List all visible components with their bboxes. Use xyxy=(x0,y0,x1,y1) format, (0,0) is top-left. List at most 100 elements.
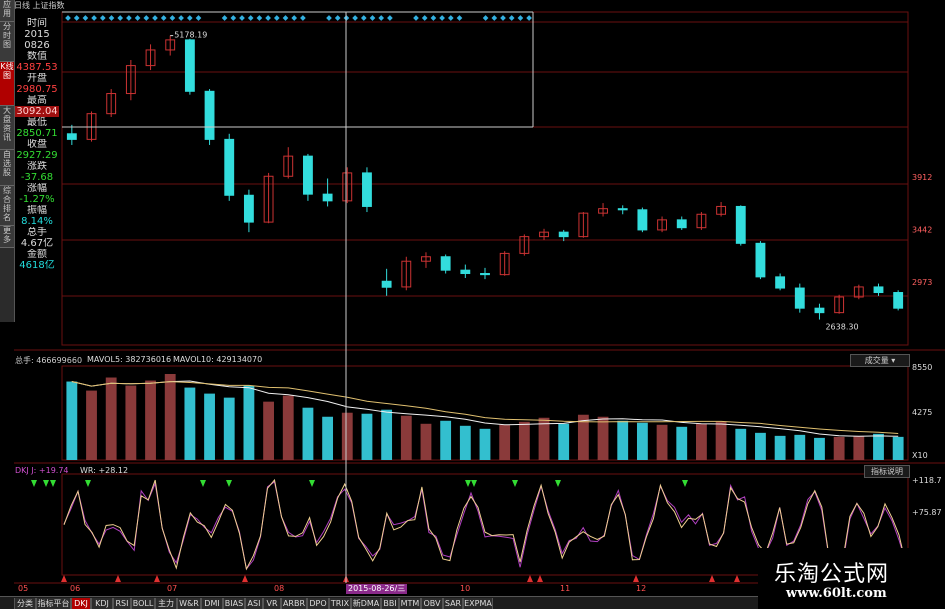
volume-bar xyxy=(479,428,491,460)
volume-bar xyxy=(66,381,78,460)
volume-y-tick: X10 xyxy=(912,451,928,460)
volume-bar xyxy=(558,423,570,460)
indicator-tab-kdj[interactable]: KDJ xyxy=(91,598,113,609)
indicator-tab-boll[interactable]: BOLL xyxy=(131,598,155,609)
volume-bar xyxy=(696,423,707,460)
indicator-tab-dma[interactable]: 新DMA xyxy=(351,598,381,609)
volume-bar xyxy=(636,422,648,460)
nav-tab-3[interactable]: K线图 xyxy=(0,62,14,106)
sell-signal-arrow xyxy=(85,480,91,487)
buy-signal-arrow xyxy=(154,575,160,582)
indicator-tab-bias[interactable]: BIAS xyxy=(223,598,245,609)
indicator-tab-obv[interactable]: OBV xyxy=(421,598,443,609)
signal-diamond xyxy=(169,15,176,21)
signal-diamond xyxy=(369,15,376,21)
indicator-tab-[interactable]: 主力 xyxy=(155,598,177,609)
volume-bar xyxy=(125,385,137,460)
signal-diamond xyxy=(282,15,289,21)
candle-body xyxy=(460,269,471,275)
candle-body xyxy=(735,205,746,244)
indicator-tab-mtm[interactable]: MTM xyxy=(399,598,421,609)
indicator-tab-expma[interactable]: EXPMA xyxy=(463,598,493,609)
sell-signal-arrow xyxy=(50,480,56,487)
low-value: 2850.71 xyxy=(16,128,58,139)
signal-diamond xyxy=(195,15,202,21)
signal-diamond xyxy=(447,15,454,21)
amp-value: 8.14% xyxy=(21,216,53,227)
indicator-tab-rsi[interactable]: RSI xyxy=(113,598,131,609)
volume-y-tick: 4275 xyxy=(912,408,932,417)
buy-signal-arrow xyxy=(709,575,715,582)
indicator-tab-dmi[interactable]: DMI xyxy=(201,598,223,609)
volume-bar xyxy=(440,420,452,460)
mavol5-label: MAVOL5: 382736016 xyxy=(87,355,172,364)
signal-diamond xyxy=(273,15,280,21)
nav-tab-4[interactable]: 大盘资讯 xyxy=(0,106,14,150)
watermark: 乐淘公式网 www.60lt.com xyxy=(758,548,945,609)
indicator-tab-dpo[interactable]: DPO xyxy=(307,598,329,609)
volume-bar xyxy=(184,387,196,460)
indicator-tab-dkj[interactable]: DKJ xyxy=(71,598,91,609)
watermark-url: www.60lt.com xyxy=(786,586,887,601)
volume-indicator-select[interactable]: 成交量 ▾ xyxy=(850,354,910,367)
signal-diamond xyxy=(134,15,141,21)
indicator-tab-sar[interactable]: SAR xyxy=(443,598,463,609)
volume-bar xyxy=(774,435,786,460)
signal-diamond xyxy=(265,15,271,21)
signal-diamond xyxy=(334,15,341,21)
value-label: 数值 xyxy=(27,51,47,62)
volume-bar xyxy=(735,428,747,460)
nav-tab-7[interactable]: 更多 xyxy=(0,226,14,248)
signal-diamond xyxy=(117,15,124,21)
indicator-tab-trix[interactable]: TRIX xyxy=(329,598,351,609)
x-axis-label: 12 xyxy=(636,584,646,593)
indicator-tab-vr[interactable]: VR xyxy=(263,598,281,609)
volume-bar xyxy=(322,416,334,460)
watermark-brand: 乐淘公式网 xyxy=(774,562,890,587)
mavol10-label: MAVOL10: 429134070 xyxy=(173,355,263,364)
volume-y-tick: 8550 xyxy=(912,363,932,372)
signal-diamond xyxy=(221,15,228,21)
sell-signal-arrow xyxy=(309,480,315,487)
indicator-tab-asi[interactable]: ASI xyxy=(245,598,263,609)
signal-diamond xyxy=(186,15,193,21)
nav-tab-1[interactable]: 应用 xyxy=(0,0,14,22)
volume-bar xyxy=(381,409,393,460)
volume-bar xyxy=(164,374,176,460)
volume-bar xyxy=(814,437,825,460)
indicator-y-tick: +75.87 xyxy=(912,508,942,517)
nav-tab-6[interactable]: 综合排名 xyxy=(0,186,14,226)
low-marker-label: 2638.30 xyxy=(825,323,858,332)
indicator-tab-[interactable]: 指标平台 xyxy=(36,598,71,609)
buy-signal-arrow xyxy=(633,575,639,582)
high-label: 最高 xyxy=(27,95,47,106)
candle-body xyxy=(873,286,884,294)
x-axis-label: 10 xyxy=(460,584,470,593)
crosshair-date-tag: 2015-08-26/三 xyxy=(346,584,408,594)
indicator-help-button[interactable]: 指标说明 xyxy=(864,465,910,478)
indicator-tab-arbr[interactable]: ARBR xyxy=(281,598,307,609)
chart-canvas[interactable]: 391234422973 5178.192638.30 85504275X10 … xyxy=(0,0,945,609)
candle-body xyxy=(66,133,77,140)
volume-bar xyxy=(853,435,865,460)
volume-bar xyxy=(105,377,117,460)
buy-signal-arrow xyxy=(242,575,248,582)
indicator-tab-wr[interactable]: W&R xyxy=(177,598,201,609)
signal-diamond xyxy=(73,15,80,21)
x-axis-label: 07 xyxy=(167,584,177,593)
signal-diamond xyxy=(456,15,463,21)
nav-tab-2[interactable]: 分时图 xyxy=(0,22,14,62)
mavol5-line xyxy=(71,380,899,437)
nav-tab-5[interactable]: 自选股 xyxy=(0,150,14,186)
volume-bar xyxy=(145,380,156,460)
indicator-tab-[interactable]: 分类 xyxy=(14,598,36,609)
volume-bar xyxy=(499,424,511,460)
change-value: -37.68 xyxy=(20,172,54,183)
signal-diamond xyxy=(239,15,245,21)
indicator-tab-bbi[interactable]: BBI xyxy=(381,598,399,609)
sell-signal-arrow xyxy=(226,480,232,487)
pct-label: 涨幅 xyxy=(27,183,47,194)
low-label: 最低 xyxy=(27,117,47,128)
info-panel: 时间 2015 0826 数值 4387.53 开盘 2980.75 最高 30… xyxy=(15,18,59,271)
signal-diamond xyxy=(230,15,237,21)
